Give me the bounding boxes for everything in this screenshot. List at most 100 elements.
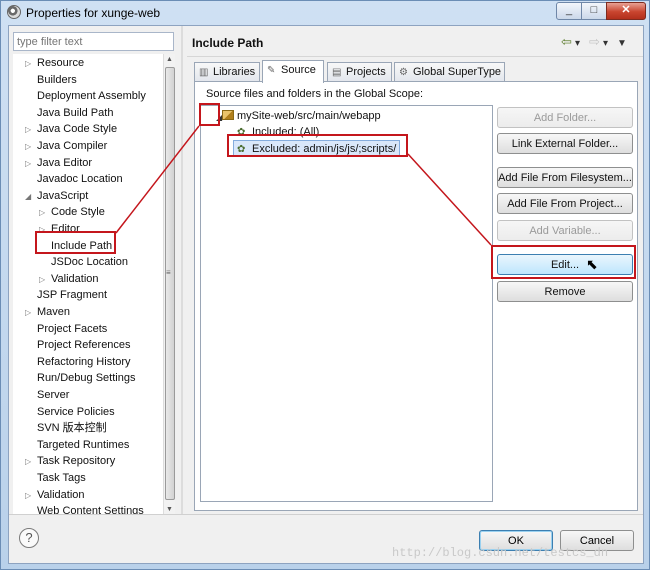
tree-item[interactable]: ▷ Resource <box>25 55 86 71</box>
collapsed-arrow-icon[interactable]: ▷ <box>25 122 35 138</box>
collapsed-arrow-icon[interactable]: ▷ <box>25 56 35 72</box>
forward-menu-chevron-icon[interactable]: ▾ <box>603 38 617 49</box>
tree-item[interactable]: ▷ Validation <box>25 487 87 503</box>
included-row[interactable]: ✿ Included: (All) <box>237 124 319 140</box>
tree-item[interactable]: ▷ Code Style <box>39 204 107 220</box>
source-icon: ✎ <box>267 65 276 76</box>
tree-item[interactable]: ▷ Maven <box>25 304 72 320</box>
tree-item-label: Maven <box>37 306 71 318</box>
page-title: Include Path <box>192 36 264 50</box>
tree-item[interactable]: JSP Fragment <box>25 287 109 303</box>
tree-item-label: JavaScript <box>37 189 89 202</box>
tree-item[interactable]: SVN 版本控制 <box>25 420 109 436</box>
collapsed-arrow-icon[interactable]: ▷ <box>39 222 49 238</box>
tree-item[interactable]: Server <box>25 387 71 403</box>
title-separator <box>187 56 643 57</box>
library-icon: ▥ <box>199 67 209 78</box>
add-folder-button[interactable]: Add Folder... <box>497 107 633 128</box>
mouse-cursor-icon: ⬉ <box>586 256 598 272</box>
tree-item[interactable]: Include Path <box>39 238 114 254</box>
source-folders-tree[interactable] <box>200 105 493 502</box>
tree-item[interactable]: ▷ Editor <box>39 221 82 237</box>
title-bar[interactable]: Properties for xunge-web _ □ ✕ <box>1 1 649 25</box>
scrollbar-thumb[interactable] <box>165 67 175 500</box>
tree-item-label: JSDoc Location <box>51 256 129 269</box>
maximize-button[interactable]: □ <box>581 2 607 20</box>
collapsed-arrow-icon[interactable]: ▷ <box>25 156 35 172</box>
collapsed-arrow-icon[interactable]: ▷ <box>39 272 49 288</box>
tree-item-label: JSP Fragment <box>37 289 108 302</box>
tree-item[interactable]: ◢ JavaScript <box>25 188 90 204</box>
tree-item[interactable]: ▷ Validation <box>39 271 101 287</box>
tree-item[interactable]: Java Build Path <box>25 105 115 121</box>
exclusion-filter-icon: ✿ <box>237 144 246 155</box>
tree-item-label: Java Build Path <box>37 106 114 119</box>
source-root-row[interactable]: mySite-web/src/main/webapp <box>222 108 381 124</box>
scroll-up-arrow-icon[interactable]: ▲ <box>166 56 173 63</box>
tree-item-label: Deployment Assembly <box>37 90 146 103</box>
tree-item-label: Builders <box>37 73 77 86</box>
tab-libraries[interactable]: ▥ Libraries <box>194 62 260 82</box>
collapsed-arrow-icon[interactable]: ▷ <box>25 488 35 504</box>
tree-item-label: Targeted Runtimes <box>37 438 130 451</box>
dialog-client: ▷ResourceBuildersDeployment AssemblyJava… <box>8 25 644 564</box>
tree-item-label: Project Facets <box>37 322 108 335</box>
scroll-down-arrow-icon[interactable]: ▼ <box>166 506 173 513</box>
tree-scrollbar[interactable]: ▲ ≡ ▼ <box>163 54 175 514</box>
properties-window: Properties for xunge-web _ □ ✕ ▷Resource… <box>0 0 650 570</box>
excluded-row[interactable]: ✿ Excluded: admin/js/js/;scripts/ <box>233 140 401 156</box>
add-variable-button[interactable]: Add Variable... <box>497 220 633 241</box>
tree-item-label: Server <box>37 389 70 401</box>
tab-source[interactable]: ✎ Source <box>262 60 324 83</box>
add-file-from-project-button[interactable]: Add File From Project... <box>497 193 633 214</box>
tree-item-label: Java Compiler <box>37 140 108 152</box>
view-menu-chevron-icon[interactable]: ▼ <box>617 38 631 49</box>
tree-item-label: Task Repository <box>37 455 116 468</box>
expanded-arrow-icon[interactable]: ◢ <box>25 189 35 205</box>
back-arrow-icon[interactable]: ⇦ <box>561 34 575 50</box>
tree-item[interactable]: ▷ Java Compiler <box>25 138 109 154</box>
properties-tree: ▷ Resource Builders Deployment Assembly Java… <box>13 54 163 514</box>
eclipse-app-icon <box>7 5 21 19</box>
tab-global-supertype[interactable]: ⚙ Global SuperType <box>394 62 505 82</box>
link-external-folder-button[interactable]: Link External Folder... <box>497 133 633 154</box>
tree-item[interactable]: JSDoc Location <box>39 254 130 270</box>
tree-item[interactable]: Project Facets <box>25 321 109 337</box>
filter-input[interactable] <box>13 32 174 51</box>
tree-item[interactable]: Project References <box>25 337 133 353</box>
tree-item[interactable]: Builders <box>25 72 79 88</box>
add-file-from-filesystem-button[interactable]: Add File From Filesystem... <box>497 167 633 188</box>
help-icon[interactable]: ? <box>19 528 39 548</box>
edit-button[interactable]: Edit... <box>497 254 633 275</box>
tree-item[interactable]: Javadoc Location <box>25 171 125 187</box>
tree-item-label: Service Policies <box>37 405 115 418</box>
collapsed-arrow-icon[interactable]: ▷ <box>25 454 35 470</box>
collapsed-arrow-icon[interactable]: ▷ <box>25 139 35 155</box>
tree-item[interactable]: Service Policies <box>25 404 117 420</box>
collapsed-arrow-icon[interactable]: ▷ <box>25 305 35 321</box>
pane-divider[interactable] <box>181 26 183 514</box>
tree-item[interactable]: Run/Debug Settings <box>25 370 137 386</box>
tree-item[interactable]: ▷ Task Repository <box>25 453 117 469</box>
tree-item-label: Project References <box>37 339 131 352</box>
tree-item-label: Refactoring History <box>37 355 131 368</box>
close-button[interactable]: ✕ <box>606 2 646 20</box>
tree-item-label: Resource <box>37 57 85 69</box>
tree-item[interactable]: Task Tags <box>25 470 88 486</box>
tree-item-label: Web Content Settings <box>37 505 144 514</box>
remove-button[interactable]: Remove <box>497 281 633 302</box>
collapsed-arrow-icon[interactable]: ▷ <box>39 205 49 221</box>
tree-item[interactable]: ▷ Java Code Style <box>25 121 119 137</box>
footer-separator <box>9 514 643 515</box>
tree-item-label: Java Code Style <box>37 123 118 136</box>
tree-item[interactable]: Web Content Settings <box>25 503 146 514</box>
forward-arrow-icon[interactable]: ⇨ <box>589 34 603 50</box>
minimize-button[interactable]: _ <box>556 2 582 20</box>
tree-item[interactable]: ▷ Java Editor <box>25 155 94 171</box>
history-nav: ⇦ ▾ ⇨ ▾ ▼ <box>561 34 631 50</box>
tab-projects[interactable]: ▤ Projects <box>327 62 392 82</box>
tree-item[interactable]: Deployment Assembly <box>25 88 148 104</box>
back-menu-chevron-icon[interactable]: ▾ <box>575 38 589 49</box>
tree-item[interactable]: Targeted Runtimes <box>25 437 131 453</box>
tree-item[interactable]: Refactoring History <box>25 354 133 370</box>
